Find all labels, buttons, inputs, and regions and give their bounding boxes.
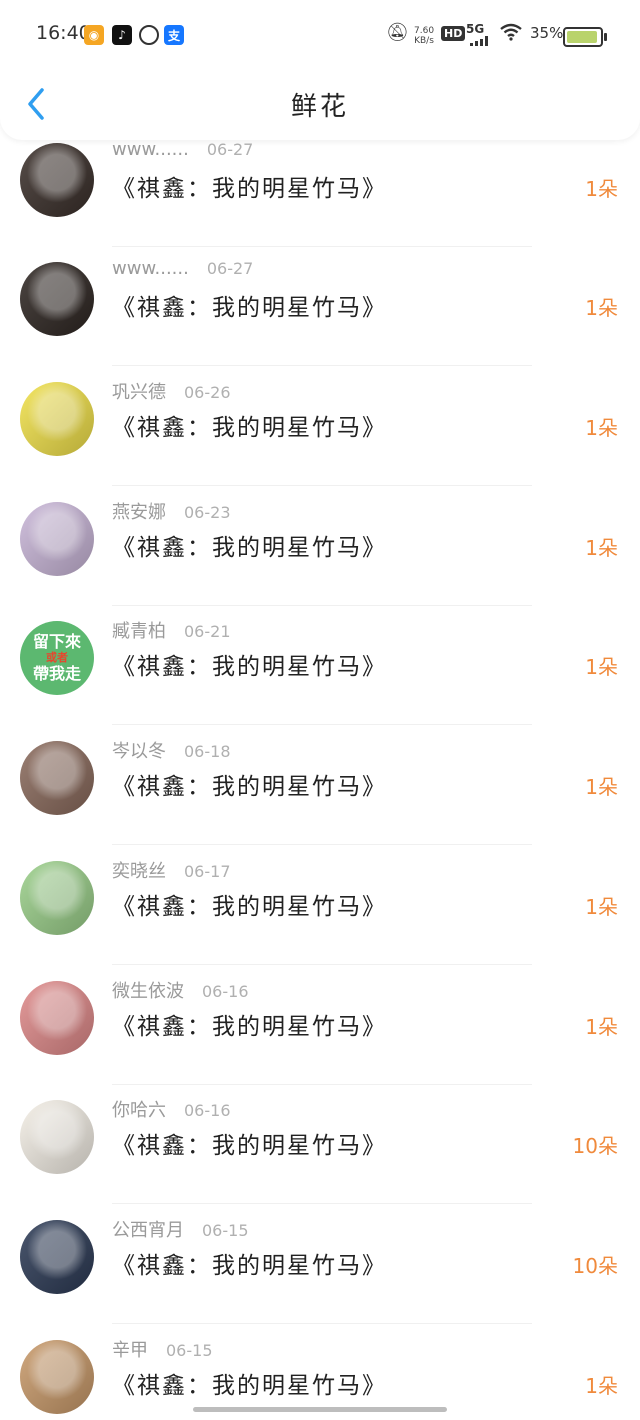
sender-name[interactable]: 你哈六: [112, 1100, 166, 1121]
list-item[interactable]: 微生依波 06-16 《祺鑫：我的明星竹马》 1朵: [0, 941, 640, 1085]
sender-meta: www...... 06-27: [112, 139, 253, 160]
book-title[interactable]: 《祺鑫：我的明星竹马》: [112, 1007, 387, 1041]
flower-count: 1朵: [585, 296, 618, 320]
sender-meta: 你哈六 06-16: [112, 1096, 231, 1122]
avatar[interactable]: 留下來 或者 帶我走: [20, 621, 94, 695]
home-indicator[interactable]: [193, 1407, 447, 1412]
avatar[interactable]: [20, 981, 94, 1055]
gift-date: 06-18: [184, 742, 231, 761]
book-title[interactable]: 《祺鑫：我的明星竹马》: [112, 528, 387, 562]
flower-count: 1朵: [585, 655, 618, 679]
gift-date: 06-27: [206, 140, 254, 159]
book-title[interactable]: 《祺鑫：我的明星竹马》: [112, 1366, 387, 1400]
list-item[interactable]: 辛甲 06-15 《祺鑫：我的明星竹马》 1朵: [0, 1300, 640, 1420]
gift-date: 06-23: [184, 503, 231, 522]
avatar[interactable]: [20, 1100, 94, 1174]
net-speed: 7.60 KB/s: [414, 26, 434, 46]
avatar[interactable]: [20, 262, 94, 336]
avatar[interactable]: [20, 143, 94, 217]
list-item[interactable]: 留下來 或者 帶我走 臧青柏 06-21 《祺鑫：我的明星竹马》 1朵: [0, 581, 640, 725]
list-item[interactable]: www...... 06-27 《祺鑫：我的明星竹马》 1朵: [0, 222, 640, 366]
app-circle-icon: [139, 25, 159, 45]
status-time: 16:40: [36, 22, 91, 44]
list-item[interactable]: 燕安娜 06-23 《祺鑫：我的明星竹马》 1朵: [0, 462, 640, 606]
book-title[interactable]: 《祺鑫：我的明星竹马》: [112, 408, 387, 442]
avatar[interactable]: [20, 1220, 94, 1294]
gift-date: 06-16: [184, 1101, 231, 1120]
sender-name[interactable]: www......: [112, 139, 189, 160]
list-item[interactable]: 岑以冬 06-18 《祺鑫：我的明星竹马》 1朵: [0, 701, 640, 845]
gift-date: 06-21: [184, 622, 231, 641]
flower-count: 10朵: [572, 1134, 618, 1158]
avatar[interactable]: [20, 1340, 94, 1414]
sender-name[interactable]: 岑以冬: [112, 741, 166, 762]
gift-date: 06-26: [184, 383, 231, 402]
douyin-icon: ♪: [112, 25, 132, 45]
sender-name[interactable]: 巩兴德: [112, 382, 166, 403]
alipay-icon: 支: [164, 25, 184, 45]
sender-name[interactable]: 公西宵月: [112, 1220, 184, 1241]
sender-meta: www...... 06-27: [112, 258, 253, 279]
sender-name[interactable]: 微生依波: [112, 981, 184, 1002]
mute-bell-icon: 🔕︎: [386, 22, 409, 43]
sender-meta: 奕晓丝 06-17: [112, 857, 231, 883]
avatar-text: 留下來 或者 帶我走: [20, 621, 94, 695]
top-bar: 16:40 ◉ ♪ 支 🔕︎ 7.60 KB/s HD 5G 35% 鲜花: [0, 0, 640, 140]
flower-count: 1朵: [585, 1015, 618, 1039]
signal-icon: [470, 36, 494, 46]
gift-date: 06-17: [184, 862, 231, 881]
book-title[interactable]: 《祺鑫：我的明星竹马》: [112, 767, 387, 801]
list-item[interactable]: 奕晓丝 06-17 《祺鑫：我的明星竹马》 1朵: [0, 821, 640, 965]
avatar[interactable]: [20, 861, 94, 935]
net-speed-value: 7.60: [414, 26, 435, 36]
network-type: 5G: [466, 22, 485, 36]
net-speed-unit: KB/s: [414, 36, 434, 46]
gift-date: 06-15: [202, 1221, 249, 1240]
list-item[interactable]: 你哈六 06-16 《祺鑫：我的明星竹马》 10朵: [0, 1060, 640, 1204]
book-title[interactable]: 《祺鑫：我的明星竹马》: [112, 169, 387, 203]
avatar[interactable]: [20, 382, 94, 456]
avatar[interactable]: [20, 502, 94, 576]
flower-count: 1朵: [585, 775, 618, 799]
book-title[interactable]: 《祺鑫：我的明星竹马》: [112, 1126, 387, 1160]
flower-count: 1朵: [585, 536, 618, 560]
sender-name[interactable]: 奕晓丝: [112, 861, 166, 882]
avatar-text-line: 留下來: [32, 632, 81, 651]
flower-count: 1朵: [585, 177, 618, 201]
sender-meta: 臧青柏 06-21: [112, 617, 231, 643]
sender-meta: 微生依波 06-16: [112, 977, 249, 1003]
sender-meta: 公西宵月 06-15: [112, 1216, 249, 1242]
book-title[interactable]: 《祺鑫：我的明星竹马》: [112, 647, 387, 681]
gift-date: 06-27: [206, 259, 254, 278]
flower-count: 1朵: [585, 1374, 618, 1398]
list-item[interactable]: 巩兴德 06-26 《祺鑫：我的明星竹马》 1朵: [0, 342, 640, 486]
gift-date: 06-15: [166, 1341, 213, 1360]
avatar[interactable]: [20, 741, 94, 815]
status-bar: 16:40 ◉ ♪ 支 🔕︎ 7.60 KB/s HD 5G 35%: [0, 0, 640, 70]
flower-count: 10朵: [572, 1254, 618, 1278]
sender-name[interactable]: www......: [112, 258, 189, 279]
sender-name[interactable]: 辛甲: [112, 1340, 148, 1361]
book-title[interactable]: 《祺鑫：我的明星竹马》: [112, 288, 387, 322]
battery-percent: 35%: [530, 24, 564, 42]
sender-name[interactable]: 燕安娜: [112, 502, 166, 523]
list-item[interactable]: 公西宵月 06-15 《祺鑫：我的明星竹马》 10朵: [0, 1180, 640, 1324]
sender-meta: 岑以冬 06-18: [112, 737, 231, 763]
hd-badge: HD: [441, 26, 466, 41]
weibo-icon: ◉: [84, 25, 104, 45]
nav-bar: 鲜花: [0, 70, 640, 140]
flower-count: 1朵: [585, 895, 618, 919]
sender-meta: 巩兴德 06-26: [112, 378, 231, 404]
gift-date: 06-16: [202, 982, 249, 1001]
sender-meta: 辛甲 06-15: [112, 1336, 213, 1362]
sender-name[interactable]: 臧青柏: [112, 621, 166, 642]
book-title[interactable]: 《祺鑫：我的明星竹马》: [112, 1246, 387, 1280]
book-title[interactable]: 《祺鑫：我的明星竹马》: [112, 887, 387, 921]
flower-count: 1朵: [585, 416, 618, 440]
wifi-icon: [500, 23, 522, 46]
battery-icon: [563, 27, 607, 47]
page-title: 鲜花: [290, 92, 349, 122]
sender-meta: 燕安娜 06-23: [112, 498, 231, 524]
avatar-text-line: 帶我走: [32, 664, 81, 683]
